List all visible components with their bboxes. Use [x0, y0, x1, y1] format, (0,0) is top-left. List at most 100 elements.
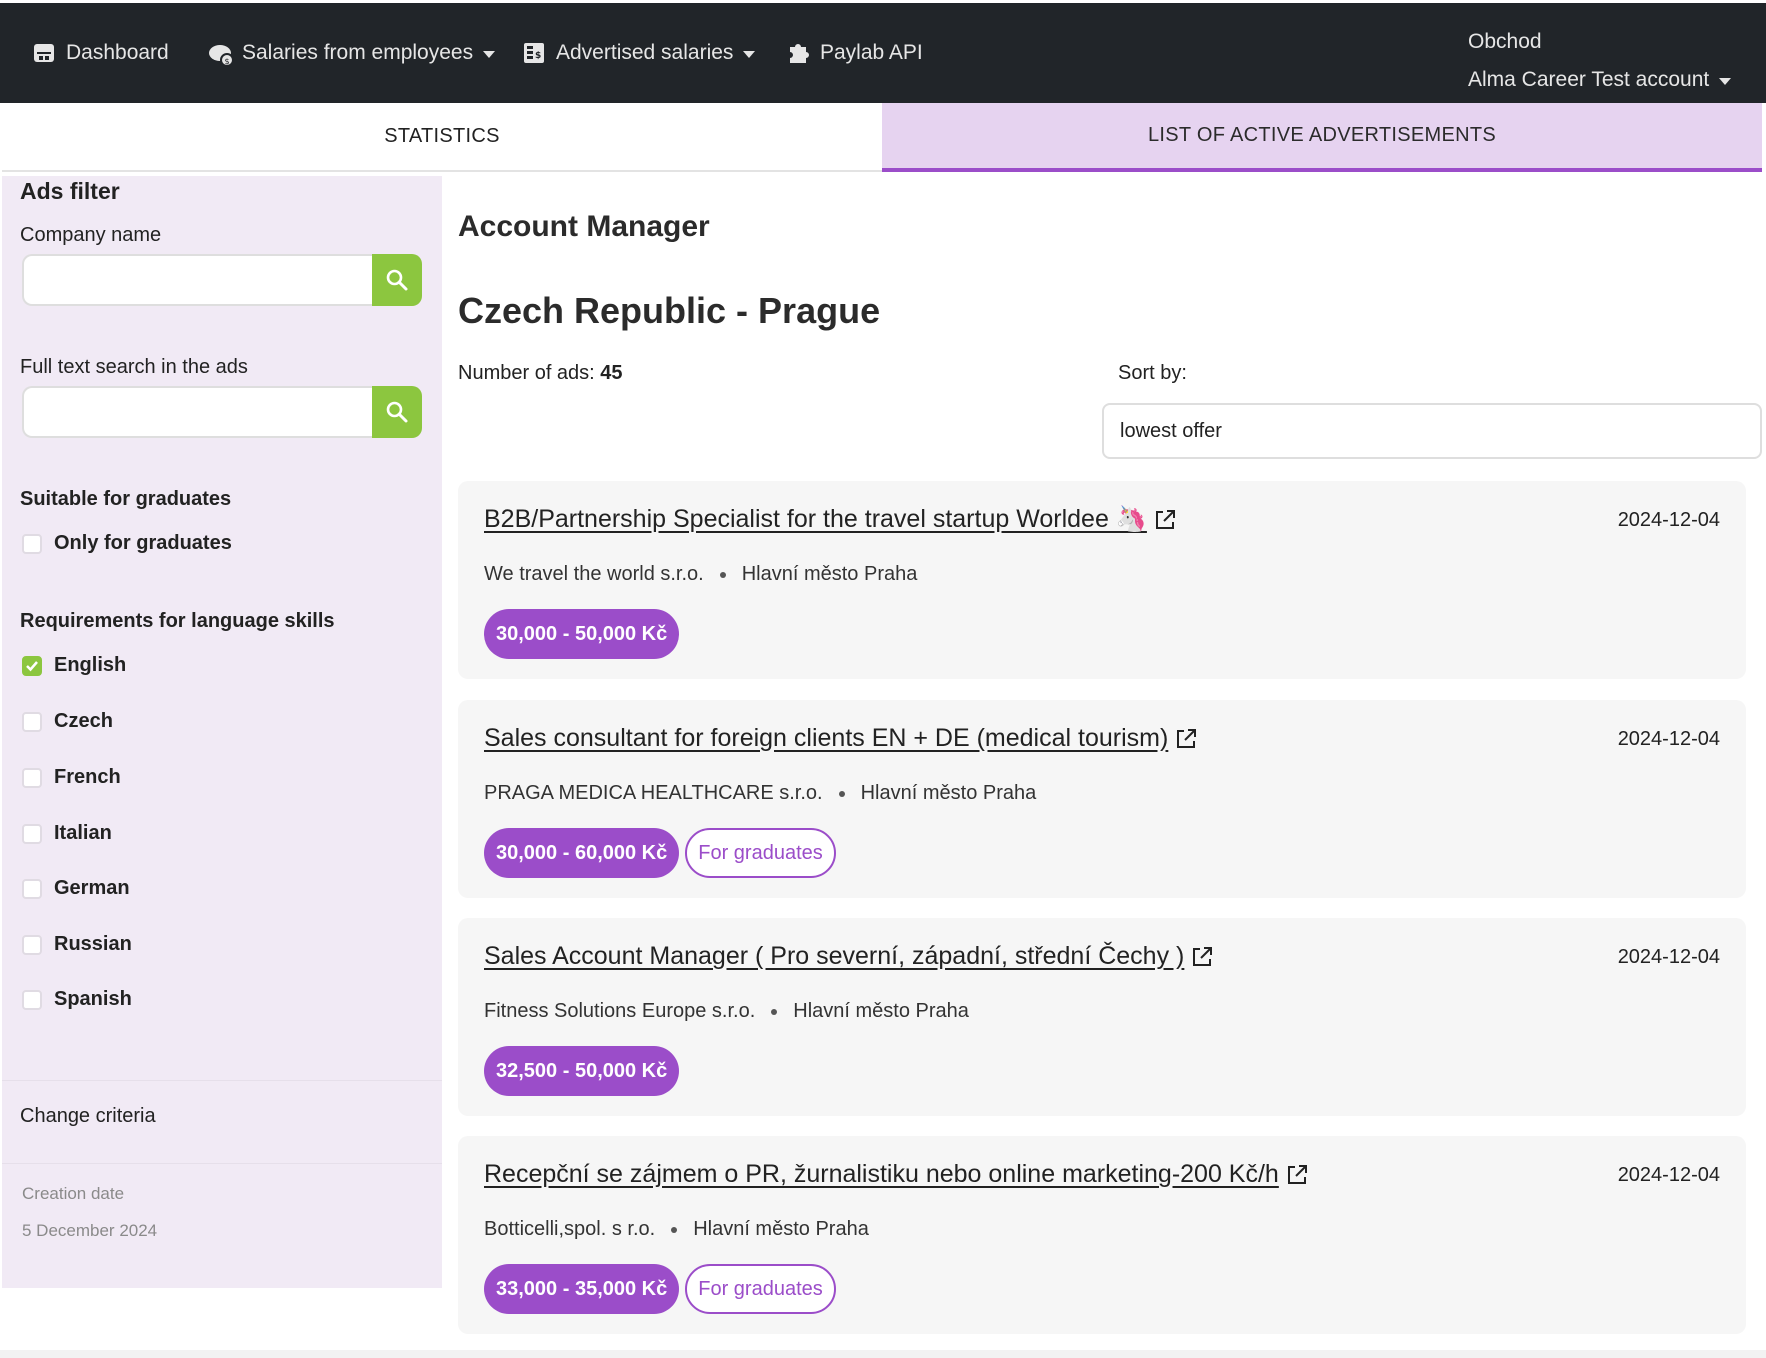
- checkbox-box[interactable]: [22, 878, 42, 899]
- language-label: Czech: [54, 710, 113, 732]
- ad-title-link[interactable]: B2B/Partnership Specialist for the trave…: [484, 505, 1177, 534]
- fulltext-search-input[interactable]: [22, 386, 372, 438]
- ad-badges: 30,000 - 60,000 Kč For graduates: [484, 828, 836, 878]
- language-label: Russian: [54, 933, 132, 955]
- graduates-badge: For graduates: [685, 828, 836, 878]
- sort-select-value: lowest offer: [1120, 419, 1222, 442]
- checkbox-box[interactable]: [22, 533, 42, 554]
- company-search-group: [22, 254, 422, 306]
- ad-card: B2B/Partnership Specialist for the trave…: [458, 481, 1746, 679]
- nav-advertised-salaries[interactable]: $ Advertised salaries: [522, 41, 756, 65]
- company-search-button[interactable]: [372, 254, 422, 306]
- dashboard-icon: [32, 41, 56, 65]
- ad-meta: We travel the world s.r.o. Hlavní město …: [484, 563, 917, 586]
- tab-statistics[interactable]: STATISTICS: [2, 103, 882, 172]
- checkbox-box[interactable]: [22, 989, 42, 1010]
- sidebar-title: Ads filter: [20, 178, 120, 204]
- chevron-down-icon: [1719, 77, 1732, 85]
- language-checkbox-czech[interactable]: Czech: [22, 710, 113, 733]
- checkmark-icon: [26, 660, 38, 671]
- ad-badges: 33,000 - 35,000 Kč For graduates: [484, 1264, 836, 1314]
- tab-bar: STATISTICS LIST OF ACTIVE ADVERTISEMENTS: [0, 103, 1766, 172]
- language-label: English: [54, 654, 127, 676]
- search-icon: [386, 269, 408, 291]
- sidebar-divider: [2, 1163, 442, 1164]
- sidebar-divider: [2, 1080, 442, 1081]
- nav-salaries-from-employees[interactable]: $ Salaries from employees: [208, 41, 496, 67]
- ad-badges: 30,000 - 50,000 Kč: [484, 609, 680, 659]
- ad-company: PRAGA MEDICA HEALTHCARE s.r.o.: [484, 782, 823, 804]
- change-criteria-link[interactable]: Change criteria: [20, 1105, 156, 1128]
- language-checkbox-german[interactable]: German: [22, 877, 130, 900]
- nav-paylab-label: Paylab API: [820, 41, 923, 64]
- checkbox-box[interactable]: [22, 711, 42, 732]
- nav-advertised-label: Advertised salaries: [556, 41, 734, 64]
- graduates-heading: Suitable for graduates: [20, 488, 232, 510]
- ad-badges: 32,500 - 50,000 Kč: [484, 1046, 680, 1096]
- separator-dot: [838, 790, 845, 797]
- tab-active-advertisements-label: LIST OF ACTIVE ADVERTISEMENTS: [1147, 124, 1497, 146]
- account-menu[interactable]: Obchod Alma Career Test account: [1468, 23, 1732, 99]
- checkbox-box-checked[interactable]: [22, 655, 42, 676]
- ad-date: 2024-12-04: [1617, 946, 1720, 968]
- ad-card: Sales consultant for foreign clients EN …: [458, 700, 1746, 898]
- fulltext-search-button[interactable]: [372, 386, 422, 438]
- checkbox-box[interactable]: [22, 823, 42, 844]
- page-subtitle: Czech Republic - Prague: [458, 290, 881, 331]
- ad-meta: PRAGA MEDICA HEALTHCARE s.r.o. Hlavní mě…: [484, 782, 1036, 805]
- ad-company: We travel the world s.r.o.: [484, 563, 704, 585]
- company-name-input[interactable]: [22, 254, 372, 306]
- tab-active-advertisements[interactable]: LIST OF ACTIVE ADVERTISEMENTS: [882, 103, 1762, 172]
- page-title: Account Manager: [458, 210, 710, 243]
- only-graduates-label: Only for graduates: [54, 532, 232, 554]
- ad-title-link[interactable]: Sales consultant for foreign clients EN …: [484, 724, 1198, 753]
- tab-statistics-label: STATISTICS: [384, 125, 500, 147]
- separator-dot: [771, 1008, 778, 1015]
- ads-count-label: Number of ads:: [458, 362, 595, 384]
- ad-card: Sales Account Manager ( Pro severní, záp…: [458, 918, 1746, 1116]
- nav-dashboard-label: Dashboard: [66, 41, 169, 64]
- company-name-label: Company name: [20, 224, 162, 246]
- only-graduates-checkbox[interactable]: Only for graduates: [22, 532, 232, 555]
- language-heading: Requirements for language skills: [20, 610, 335, 632]
- ad-date: 2024-12-04: [1617, 728, 1720, 750]
- language-label: German: [54, 877, 130, 899]
- external-link-icon: [1155, 509, 1175, 529]
- ad-company: Fitness Solutions Europe s.r.o.: [484, 1000, 756, 1022]
- ad-location: Hlavní město Praha: [793, 1000, 969, 1022]
- language-checkbox-spanish[interactable]: Spanish: [22, 988, 132, 1011]
- language-checkbox-russian[interactable]: Russian: [22, 933, 132, 956]
- language-checkbox-italian[interactable]: Italian: [22, 822, 112, 845]
- fulltext-label: Full text search in the ads: [20, 356, 248, 378]
- ad-meta: Botticelli,spol. s r.o. Hlavní město Pra…: [484, 1218, 869, 1241]
- external-link-icon: [1177, 728, 1197, 748]
- svg-text:$: $: [535, 51, 541, 61]
- checkbox-box[interactable]: [22, 934, 42, 955]
- language-label: French: [54, 766, 121, 788]
- language-label: Italian: [54, 822, 112, 844]
- ad-location: Hlavní město Praha: [860, 782, 1037, 804]
- account-company: Obchod: [1468, 30, 1542, 53]
- ad-title-text: Recepční se zájmem o PR, žurnalistiku ne…: [484, 1160, 1279, 1188]
- ad-title-link[interactable]: Recepční se zájmem o PR, žurnalistiku ne…: [484, 1160, 1309, 1189]
- nav-dashboard[interactable]: Dashboard: [32, 41, 169, 65]
- salary-cloud-icon: $: [208, 41, 234, 67]
- ads-count: Number of ads: 45: [458, 362, 623, 385]
- checkbox-box[interactable]: [22, 767, 42, 788]
- separator-dot: [671, 1226, 678, 1233]
- graduates-badge: For graduates: [685, 1264, 836, 1314]
- salary-badge: 32,500 - 50,000 Kč: [484, 1046, 680, 1096]
- nav-paylab-api[interactable]: Paylab API: [786, 41, 923, 65]
- language-checkbox-french[interactable]: French: [22, 766, 121, 789]
- chevron-down-icon: [483, 50, 496, 58]
- external-link-icon: [1287, 1164, 1307, 1184]
- ad-title-text: Sales Account Manager ( Pro severní, záp…: [484, 942, 1185, 970]
- sort-select[interactable]: lowest offer: [1102, 403, 1762, 459]
- page-bottom-edge: [0, 1350, 1766, 1358]
- ad-location: Hlavní město Praha: [693, 1218, 869, 1240]
- sort-label: Sort by:: [1118, 362, 1187, 384]
- ad-title-link[interactable]: Sales Account Manager ( Pro severní, záp…: [484, 942, 1214, 971]
- language-checkbox-english[interactable]: English: [22, 654, 126, 677]
- top-navbar: Dashboard $ Salaries from employees $ Ad…: [0, 0, 1766, 103]
- puzzle-icon: [786, 41, 810, 65]
